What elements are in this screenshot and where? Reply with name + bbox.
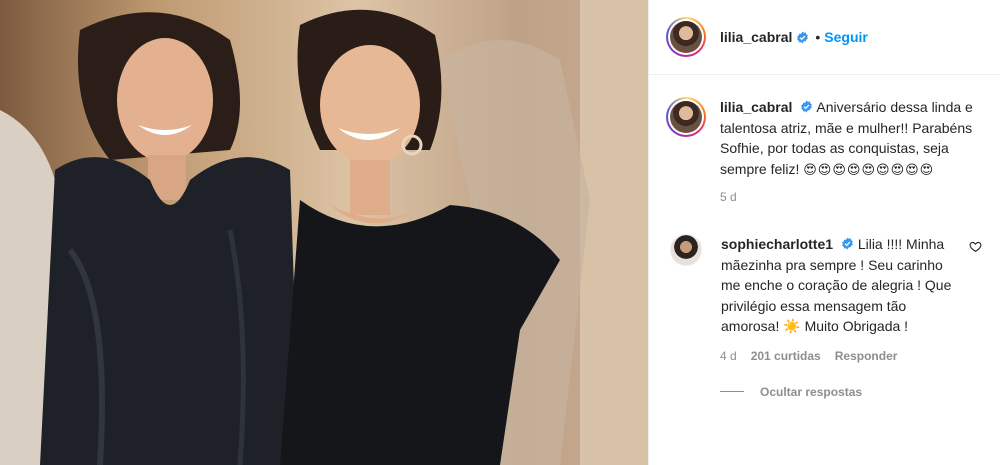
verified-badge-icon — [801, 100, 813, 113]
hide-replies-label: Ocultar respostas — [760, 384, 863, 399]
caption: lilia_cabral Aniversário dessa linda e t… — [649, 75, 1000, 180]
follow-button[interactable]: Seguir — [824, 29, 868, 45]
commenter-avatar[interactable] — [670, 234, 702, 266]
hide-replies-toggle[interactable]: Ocultar respostas — [720, 385, 1000, 399]
verified-badge-icon — [842, 237, 853, 250]
photo-illustration — [0, 0, 648, 465]
post-header: lilia_cabral • Seguir — [649, 0, 1000, 75]
caption-emojis: 😍😍😍😍😍😍😍😍😍 — [803, 161, 935, 177]
commenter-username[interactable]: sophiecharlotte1 — [721, 236, 833, 252]
caption-author[interactable]: lilia_cabral — [720, 99, 792, 115]
caption-timestamp[interactable]: 5 d — [720, 190, 1000, 204]
comment-timestamp[interactable]: 4 d — [720, 349, 737, 363]
separator-dot: • — [815, 29, 821, 45]
post-photo[interactable] — [0, 0, 648, 465]
comment-meta: 4 d 201 curtidas Responder — [720, 349, 1000, 363]
author-avatar[interactable] — [666, 17, 706, 57]
reply-button[interactable]: Responder — [835, 349, 898, 363]
comment-likes[interactable]: 201 curtidas — [751, 349, 821, 363]
comment-body: sophiecharlotte1 Lilia !!!! Minha mãezin… — [721, 234, 961, 337]
author-username[interactable]: lilia_cabral — [720, 29, 792, 45]
replies-divider — [720, 391, 744, 392]
caption-author-avatar[interactable] — [666, 97, 706, 137]
heart-outline-icon[interactable] — [969, 240, 982, 253]
caption-body: lilia_cabral Aniversário dessa linda e t… — [720, 97, 982, 180]
comment: sophiecharlotte1 Lilia !!!! Minha mãezin… — [649, 204, 1000, 337]
post-details-panel: lilia_cabral • Seguir lilia_cabral Anive… — [648, 0, 1000, 465]
verified-badge-icon — [797, 31, 809, 43]
